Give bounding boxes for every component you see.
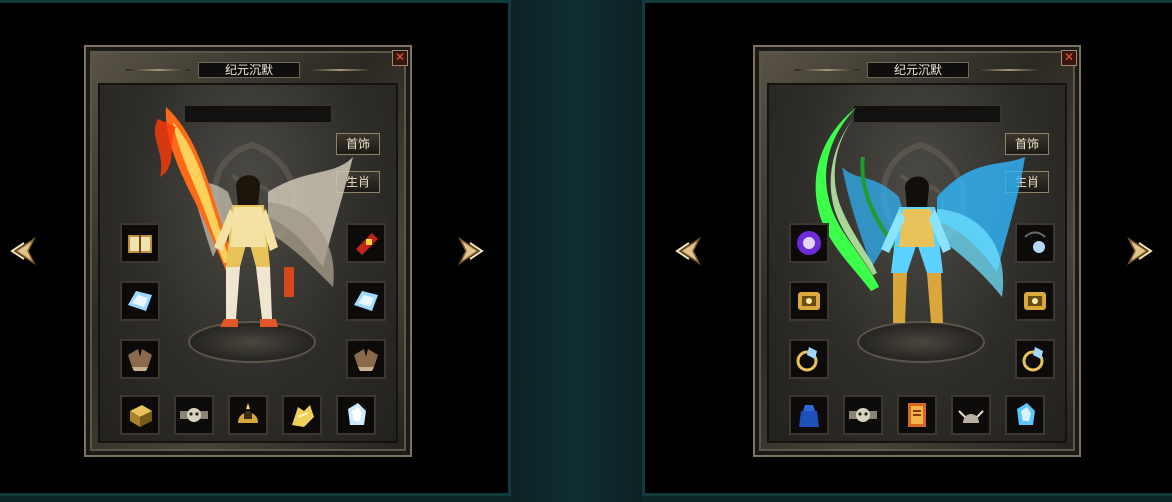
prev-arrow-icon[interactable] — [4, 231, 44, 271]
armor-boots-icon[interactable] — [120, 339, 160, 379]
prev-arrow-icon[interactable] — [669, 231, 709, 271]
skull-belt-icon[interactable] — [843, 395, 883, 435]
right-preview-pane: 纪元沉默 ✕ 首饰 生肖 — [642, 0, 1172, 496]
crystal-ring-icon[interactable] — [1015, 339, 1055, 379]
crystal-bracelet-icon[interactable] — [120, 281, 160, 321]
equipment-area: 首饰 生肖 — [98, 83, 398, 443]
void-orb-icon[interactable] — [789, 223, 829, 263]
close-button[interactable]: ✕ — [1061, 50, 1077, 66]
crystal-bracelet-icon[interactable] — [346, 281, 386, 321]
next-arrow-icon[interactable] — [450, 231, 490, 271]
ice-gem-icon[interactable] — [1005, 395, 1045, 435]
window-title: 纪元沉默 — [867, 62, 969, 78]
dark-amulet-icon[interactable] — [1015, 223, 1055, 263]
gold-bracelet-icon[interactable] — [789, 281, 829, 321]
gold-helmet-icon[interactable] — [228, 395, 268, 435]
equipment-area: 首饰 生肖 — [767, 83, 1067, 443]
skull-belt-icon[interactable] — [174, 395, 214, 435]
winged-helmet-icon[interactable] — [951, 395, 991, 435]
gold-bracelet-icon[interactable] — [1015, 281, 1055, 321]
next-arrow-icon[interactable] — [1119, 231, 1159, 271]
red-seal-icon[interactable] — [346, 223, 386, 263]
left-preview-pane: 纪元沉默 ✕ 首饰 生肖 — [0, 0, 511, 496]
title-bar: 纪元沉默 — [126, 62, 372, 78]
center-divider — [511, 0, 642, 502]
ice-gem-icon[interactable] — [336, 395, 376, 435]
crystal-ring-icon[interactable] — [789, 339, 829, 379]
spell-tome-icon[interactable] — [897, 395, 937, 435]
gold-glove-icon[interactable] — [282, 395, 322, 435]
character-window: 纪元沉默 ✕ 首饰 生肖 — [753, 45, 1081, 457]
armor-boots-icon[interactable] — [346, 339, 386, 379]
title-bar: 纪元沉默 — [795, 62, 1041, 78]
close-button[interactable]: ✕ — [392, 50, 408, 66]
blue-pouch-icon[interactable] — [789, 395, 829, 435]
character-window: 纪元沉默 ✕ 首饰 生肖 — [84, 45, 412, 457]
book-item-icon[interactable] — [120, 223, 160, 263]
gold-box-icon[interactable] — [120, 395, 160, 435]
window-title: 纪元沉默 — [198, 62, 300, 78]
